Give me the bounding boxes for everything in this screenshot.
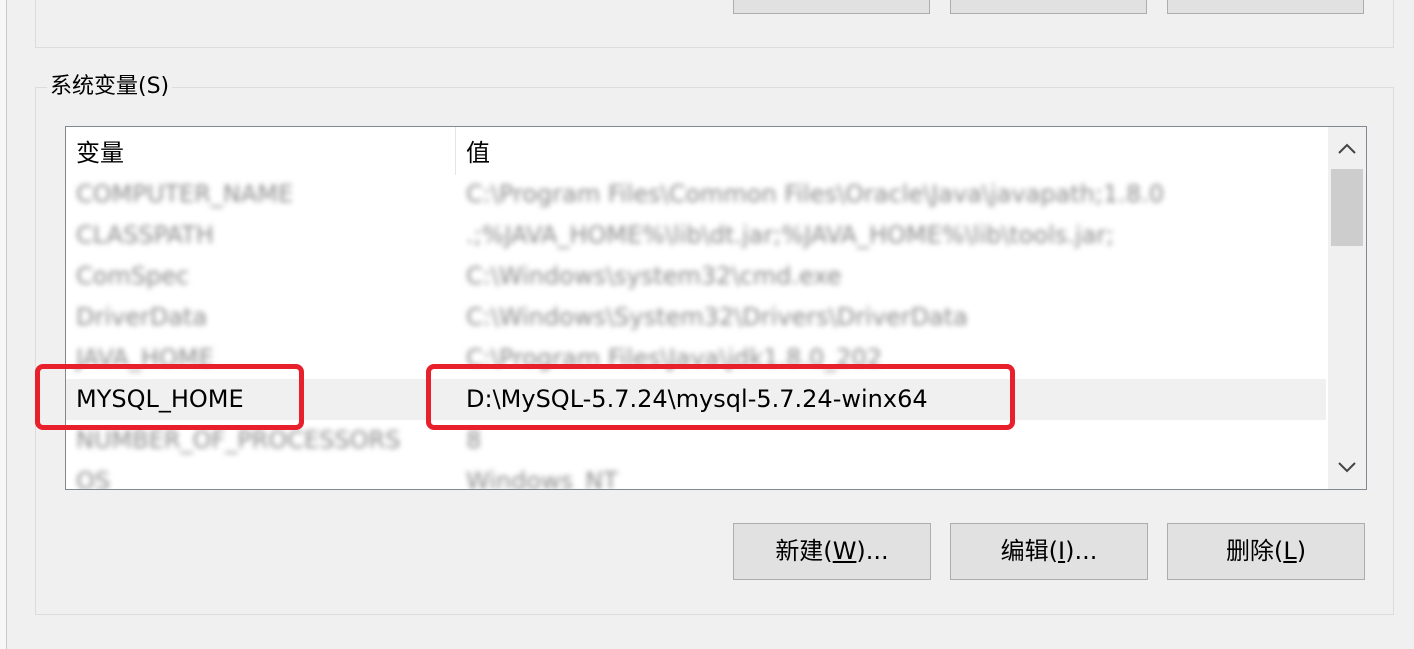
column-separator[interactable]: [455, 127, 456, 175]
edit-button[interactable]: 编辑(I)...: [950, 523, 1148, 580]
variable-name: DriverData: [76, 303, 208, 331]
variable-name: OS: [76, 467, 111, 490]
column-header-value[interactable]: 值: [466, 135, 490, 171]
variable-name: COMPUTER_NAME: [76, 180, 294, 208]
system-variables-label: 系统变量(S): [47, 72, 173, 102]
column-header-variable[interactable]: 变量: [76, 135, 124, 171]
highlight-variable-value: [426, 364, 1015, 430]
list-item[interactable]: COMPUTER_NAME C:\Program Files\Common Fi…: [66, 174, 1326, 215]
variable-value: Windows_NT: [466, 467, 618, 490]
new-button[interactable]: 新建(W)...: [733, 523, 931, 580]
user-delete-button[interactable]: [1167, 0, 1364, 14]
variable-name: ComSpec: [76, 262, 190, 290]
list-item[interactable]: ComSpec C:\Windows\system32\cmd.exe: [66, 256, 1326, 297]
user-new-button[interactable]: [733, 0, 930, 14]
highlight-variable-name: [35, 364, 304, 430]
variable-value: C:\Windows\System32\Drivers\DriverData: [466, 303, 968, 331]
variable-value: C:\Program Files\Common Files\Oracle\Jav…: [466, 180, 1165, 208]
variable-value: C:\Windows\system32\cmd.exe: [466, 262, 842, 290]
vertical-scrollbar[interactable]: [1328, 127, 1366, 489]
list-item[interactable]: DriverData C:\Windows\System32\Drivers\D…: [66, 297, 1326, 338]
chevron-up-icon[interactable]: [1328, 129, 1366, 169]
variable-value: .;%JAVA_HOME%\lib\dt.jar;%JAVA_HOME%\lib…: [466, 221, 1115, 249]
user-edit-button[interactable]: [950, 0, 1147, 14]
list-item[interactable]: OS Windows_NT: [66, 461, 1326, 490]
chevron-down-icon[interactable]: [1328, 447, 1366, 487]
list-item[interactable]: CLASSPATH .;%JAVA_HOME%\lib\dt.jar;%JAVA…: [66, 215, 1326, 256]
scrollbar-thumb[interactable]: [1331, 169, 1363, 246]
variable-name: CLASSPATH: [76, 221, 214, 249]
window-left-border: [6, 0, 7, 649]
system-variables-list[interactable]: 变量 值 COMPUTER_NAME C:\Program Files\Comm…: [65, 126, 1367, 490]
delete-button[interactable]: 删除(L): [1167, 523, 1365, 580]
